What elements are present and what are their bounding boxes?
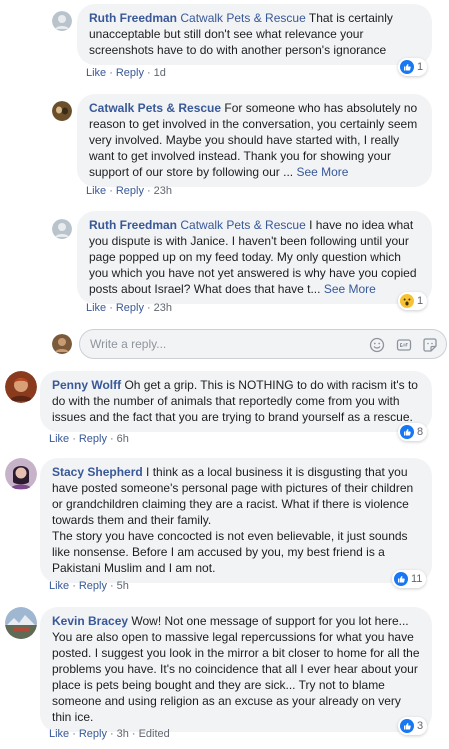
reaction-count[interactable]: 3	[398, 717, 428, 735]
like-link[interactable]: Like	[86, 67, 106, 79]
avatar-catwalk-pets[interactable]	[52, 101, 72, 121]
avatar-stacy-shepherd[interactable]	[5, 458, 37, 490]
comment-bubble: Catwalk Pets & Rescue For someone who ha…	[77, 94, 432, 187]
comment-actions: Like · Reply · 6h	[49, 433, 129, 445]
see-more-link[interactable]: See More	[296, 165, 348, 179]
emoji-icon[interactable]	[369, 337, 385, 353]
see-more-link[interactable]: See More	[324, 282, 376, 296]
comment-bubble: Penny Wolff Oh get a grip. This is NOTHI…	[40, 371, 432, 432]
comment-bubble: Stacy Shepherd I think as a local busine…	[40, 458, 432, 583]
reply-link[interactable]: Reply	[79, 728, 107, 740]
comment-time[interactable]: 5h	[117, 580, 129, 592]
reaction-count[interactable]: 1	[398, 292, 428, 310]
avatar-ruth-freedman[interactable]	[52, 219, 72, 239]
comment-author[interactable]: Ruth Freedman	[89, 11, 177, 25]
sticker-icon[interactable]	[422, 337, 438, 353]
comment-author[interactable]: Stacy Shepherd	[52, 465, 143, 479]
comment-time[interactable]: 3h	[117, 728, 129, 740]
comment-bubble: Ruth Freedman Catwalk Pets & Rescue That…	[77, 4, 432, 65]
like-link[interactable]: Like	[86, 185, 106, 197]
comment-time[interactable]: 1d	[154, 67, 166, 79]
comment-mention[interactable]: Catwalk Pets & Rescue	[180, 218, 305, 232]
reply-link[interactable]: Reply	[116, 185, 144, 197]
like-reaction-icon	[400, 425, 414, 439]
like-link[interactable]: Like	[49, 433, 69, 445]
reaction-count[interactable]: 11	[392, 570, 427, 588]
comment-actions: Like · Reply · 3h · Edited	[49, 728, 170, 740]
comment-actions: Like · Reply · 23h	[86, 185, 173, 197]
reaction-count[interactable]: 8	[398, 423, 428, 441]
reply-link[interactable]: Reply	[116, 302, 144, 314]
gif-icon[interactable]	[396, 337, 412, 353]
reaction-count[interactable]: 1	[398, 58, 428, 76]
edited-label[interactable]: Edited	[139, 728, 170, 740]
comment-actions: Like · Reply · 5h	[49, 580, 129, 592]
current-user-avatar	[52, 334, 72, 354]
reaction-count-text: 11	[411, 573, 423, 585]
wow-reaction-icon	[400, 294, 414, 308]
comment-time[interactable]: 23h	[154, 185, 172, 197]
comment-text-paragraph: The story you have concocted is not even…	[52, 529, 408, 575]
avatar-kevin-bracey[interactable]	[5, 607, 37, 639]
comment-actions: Like · Reply · 23h	[86, 302, 173, 314]
comment-text: Wow! Not one message of support for you …	[52, 614, 420, 724]
avatar-ruth-freedman[interactable]	[52, 11, 72, 31]
comment-time[interactable]: 23h	[154, 302, 172, 314]
like-reaction-icon	[400, 719, 414, 733]
comment-author[interactable]: Kevin Bracey	[52, 614, 128, 628]
comment-actions: Like · Reply · 1d	[86, 67, 166, 79]
like-link[interactable]: Like	[49, 580, 69, 592]
reply-link[interactable]: Reply	[79, 433, 107, 445]
reply-input[interactable]	[90, 337, 340, 351]
reaction-count-text: 1	[417, 295, 424, 307]
comment-time[interactable]: 6h	[117, 433, 129, 445]
avatar-penny-wolff[interactable]	[5, 371, 37, 403]
reaction-count-text: 1	[417, 61, 424, 73]
reply-box[interactable]	[79, 329, 447, 359]
reply-link[interactable]: Reply	[116, 67, 144, 79]
like-link[interactable]: Like	[86, 302, 106, 314]
comment-author[interactable]: Catwalk Pets & Rescue	[89, 101, 221, 115]
like-link[interactable]: Like	[49, 728, 69, 740]
comment-author[interactable]: Penny Wolff	[52, 378, 121, 392]
comment-mention[interactable]: Catwalk Pets & Rescue	[180, 11, 305, 25]
comment-author[interactable]: Ruth Freedman	[89, 218, 177, 232]
reaction-count-text: 3	[417, 720, 424, 732]
reply-link[interactable]: Reply	[79, 580, 107, 592]
like-reaction-icon	[394, 572, 408, 586]
reaction-count-text: 8	[417, 426, 424, 438]
comment-bubble: Kevin Bracey Wow! Not one message of sup…	[40, 607, 432, 732]
like-reaction-icon	[400, 60, 414, 74]
comment-bubble: Ruth Freedman Catwalk Pets & Rescue I ha…	[77, 211, 432, 304]
